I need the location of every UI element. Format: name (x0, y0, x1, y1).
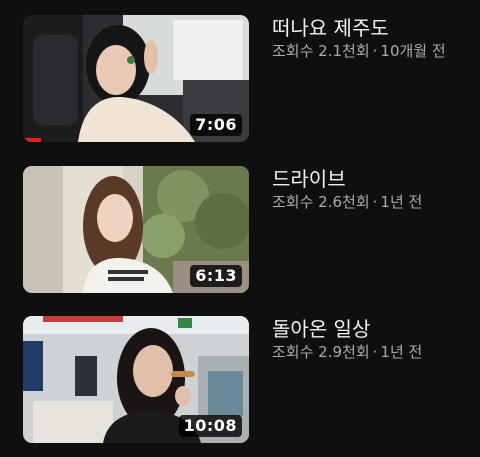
view-count: 조회수 2.1천회 (272, 42, 370, 60)
view-count: 조회수 2.9천회 (272, 343, 370, 361)
upload-age: 10개월 전 (380, 42, 446, 60)
separator-dot: · (372, 193, 378, 211)
upload-age: 1년 전 (380, 343, 423, 361)
video-list: 7:06 떠나요 제주도 조회수 2.1천회 · 10개월 전 6:13 드라이… (0, 0, 480, 457)
video-thumbnail[interactable]: 7:06 (23, 15, 249, 142)
upload-age: 1년 전 (380, 193, 423, 211)
duration-badge: 10:08 (178, 415, 242, 437)
watch-progress-bar (23, 138, 42, 142)
video-stats: 조회수 2.9천회 · 1년 전 (272, 342, 476, 362)
video-thumbnail[interactable]: 10:08 (23, 316, 249, 443)
separator-dot: · (372, 343, 378, 361)
video-title[interactable]: 돌아온 일상 (272, 316, 476, 342)
video-title[interactable]: 떠나요 제주도 (272, 15, 476, 41)
video-thumbnail[interactable]: 6:13 (23, 166, 249, 293)
duration-badge: 7:06 (190, 114, 242, 136)
duration-badge: 6:13 (190, 265, 242, 287)
video-item[interactable]: 7:06 떠나요 제주도 조회수 2.1천회 · 10개월 전 (0, 15, 480, 143)
video-stats: 조회수 2.1천회 · 10개월 전 (272, 41, 476, 61)
view-count: 조회수 2.6천회 (272, 193, 370, 211)
video-item[interactable]: 6:13 드라이브 조회수 2.6천회 · 1년 전 (0, 166, 480, 294)
video-stats: 조회수 2.6천회 · 1년 전 (272, 192, 476, 212)
video-meta: 돌아온 일상 조회수 2.9천회 · 1년 전 (272, 316, 476, 362)
video-meta: 드라이브 조회수 2.6천회 · 1년 전 (272, 166, 476, 212)
separator-dot: · (372, 42, 378, 60)
video-meta: 떠나요 제주도 조회수 2.1천회 · 10개월 전 (272, 15, 476, 61)
video-item[interactable]: 10:08 돌아온 일상 조회수 2.9천회 · 1년 전 (0, 316, 480, 444)
video-title[interactable]: 드라이브 (272, 166, 476, 192)
